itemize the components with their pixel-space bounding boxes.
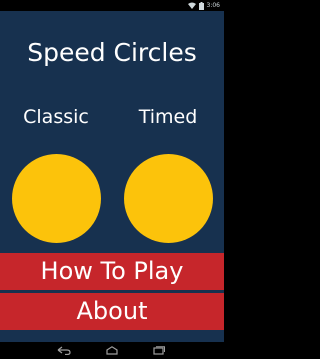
back-icon[interactable]	[57, 345, 71, 356]
timed-mode-label: Timed	[138, 106, 198, 128]
status-bar: 3:06	[0, 0, 224, 11]
classic-mode-circle-button[interactable]	[12, 154, 101, 243]
app-title: Speed Circles	[27, 38, 197, 67]
about-button[interactable]: About	[0, 293, 224, 330]
battery-icon	[198, 1, 204, 10]
wifi-icon	[187, 2, 196, 9]
status-time: 3:06	[206, 2, 220, 9]
timed-mode-circle-button[interactable]	[124, 154, 213, 243]
classic-mode-label: Classic	[23, 106, 89, 128]
app-main-menu: Speed Circles Classic Timed How To Play …	[0, 11, 224, 342]
status-icons: 3:06	[187, 1, 220, 10]
navigation-bar	[0, 342, 224, 359]
how-to-play-button[interactable]: How To Play	[0, 253, 224, 290]
recents-icon[interactable]	[152, 345, 166, 356]
home-icon[interactable]	[105, 345, 119, 356]
device-screen: 3:06 Speed Circles Classic Timed How To …	[0, 0, 224, 359]
